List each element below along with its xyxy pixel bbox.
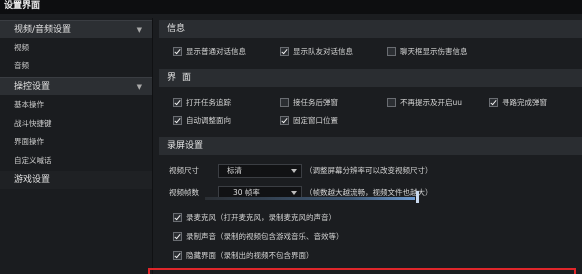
chevron-down-icon: ▼ — [136, 26, 142, 34]
checkbox-fixed-window[interactable]: 固定窗口位置 — [280, 114, 338, 126]
checkbox-box[interactable] — [173, 115, 182, 125]
title-bar: 设置界面 — [0, 0, 582, 14]
mic-volume-slider-handle[interactable] — [416, 191, 419, 203]
checkbox-label: 显示普通对话信息 — [186, 46, 246, 56]
checkbox-label: 录制声音（录制的视频包含游戏音乐、音效等） — [186, 231, 344, 241]
chevron-down-icon — [291, 191, 297, 195]
checkbox-label: 隐藏界面（录制出的视频不包含界面） — [186, 250, 314, 260]
checkbox-label: 显示队友对话信息 — [293, 46, 353, 56]
checkbox-box[interactable] — [173, 97, 182, 107]
chevron-down-icon — [291, 169, 297, 173]
checkbox-box[interactable] — [387, 97, 396, 107]
section-header-info: 信息 — [159, 20, 582, 38]
sidebar-item-combat-hotkeys[interactable]: 战斗快捷键 — [14, 118, 52, 130]
section-title: 录屏设置 — [167, 141, 204, 151]
section-title: 信息 — [167, 24, 186, 34]
checkbox-record-sound[interactable]: 录制声音（录制的视频包含游戏音乐、音效等） — [173, 230, 344, 242]
video-size-select[interactable]: 标清 — [218, 164, 302, 178]
checkbox-record-mic[interactable]: 录麦克风（打开麦克风，录制麦克风的声音） — [173, 211, 336, 223]
section-title: 界面 — [167, 73, 198, 83]
settings-window: 设置界面 视频/音频设置 ▼ 视频 音频 操控设置 ▼ 基本操作 战斗快捷键 界… — [0, 0, 582, 274]
checkbox-label: 接任务后弹窗 — [293, 97, 338, 107]
checkbox-box[interactable] — [173, 231, 182, 241]
checkbox-label: 不再提示及开启uu — [400, 97, 463, 107]
sidebar-group-label: 视频/音频设置 — [14, 25, 72, 35]
highlight-frame — [148, 268, 576, 274]
checkbox-show-normal-chat[interactable]: 显示普通对话信息 — [173, 45, 246, 57]
checkbox-label: 录麦克风（打开麦克风，录制麦克风的声音） — [186, 212, 336, 222]
checkbox-box[interactable] — [173, 212, 182, 222]
sidebar-group-label: 操控设置 — [14, 82, 51, 92]
settings-panel: 信息 显示普通对话信息 显示队友对话信息 聊天框显示伤害信息 界面 打开任务追踪… — [159, 18, 582, 274]
checkbox-box[interactable] — [280, 46, 289, 56]
checkbox-show-team-chat[interactable]: 显示队友对话信息 — [280, 45, 353, 57]
sidebar-item-ui-ops[interactable]: 界面操作 — [14, 136, 44, 148]
checkbox-box[interactable] — [387, 46, 396, 56]
checkbox-label: 寻路完成弹窗 — [502, 97, 547, 107]
checkbox-label: 固定窗口位置 — [293, 115, 338, 125]
checkbox-box[interactable] — [280, 97, 289, 107]
sidebar: 视频/音频设置 ▼ 视频 音频 操控设置 ▼ 基本操作 战斗快捷键 界面操作 自… — [0, 18, 153, 274]
sidebar-group-label: 游戏设置 — [14, 175, 51, 185]
select-value: 标清 — [227, 166, 242, 175]
section-header-ui: 界面 — [159, 69, 582, 87]
checkbox-task-tracking[interactable]: 打开任务追踪 — [173, 96, 231, 108]
sidebar-group-game[interactable]: 游戏设置 — [0, 171, 152, 189]
checkbox-label: 打开任务追踪 — [186, 97, 231, 107]
checkbox-box[interactable] — [173, 46, 182, 56]
checkbox-box[interactable] — [173, 250, 182, 260]
sidebar-group-controls[interactable]: 操控设置 ▼ — [0, 77, 152, 95]
checkbox-popup-after-accept[interactable]: 接任务后弹窗 — [280, 96, 338, 108]
sidebar-item-basic-ops[interactable]: 基本操作 — [14, 99, 44, 111]
fps-label: 视频帧数 — [169, 188, 199, 197]
video-size-label: 视频尺寸 — [169, 166, 199, 175]
mic-volume-slider[interactable] — [205, 197, 415, 200]
sidebar-item-audio[interactable]: 音频 — [14, 60, 29, 72]
checkbox-label: 聊天框显示伤害信息 — [400, 46, 468, 56]
window-title: 设置界面 — [4, 1, 41, 11]
checkbox-label: 自动调整面向 — [186, 115, 231, 125]
sidebar-item-custom-shout[interactable]: 自定义喊话 — [14, 155, 52, 167]
checkbox-hide-ui[interactable]: 隐藏界面（录制出的视频不包含界面） — [173, 249, 314, 261]
sidebar-group-av[interactable]: 视频/音频设置 ▼ — [0, 20, 152, 38]
chevron-down-icon: ▼ — [136, 83, 142, 91]
checkbox-show-damage-in-chat[interactable]: 聊天框显示伤害信息 — [387, 45, 468, 57]
sidebar-item-video[interactable]: 视频 — [14, 42, 29, 54]
checkbox-pathfind-popup[interactable]: 寻路完成弹窗 — [489, 96, 547, 108]
checkbox-box[interactable] — [280, 115, 289, 125]
checkbox-no-remind-uu[interactable]: 不再提示及开启uu — [387, 96, 462, 108]
video-size-hint: （调整屏幕分辨率可以改变视频尺寸） — [305, 166, 433, 175]
checkbox-box[interactable] — [489, 97, 498, 107]
checkbox-auto-face[interactable]: 自动调整面向 — [173, 114, 231, 126]
section-header-recording: 录屏设置 — [159, 137, 582, 155]
